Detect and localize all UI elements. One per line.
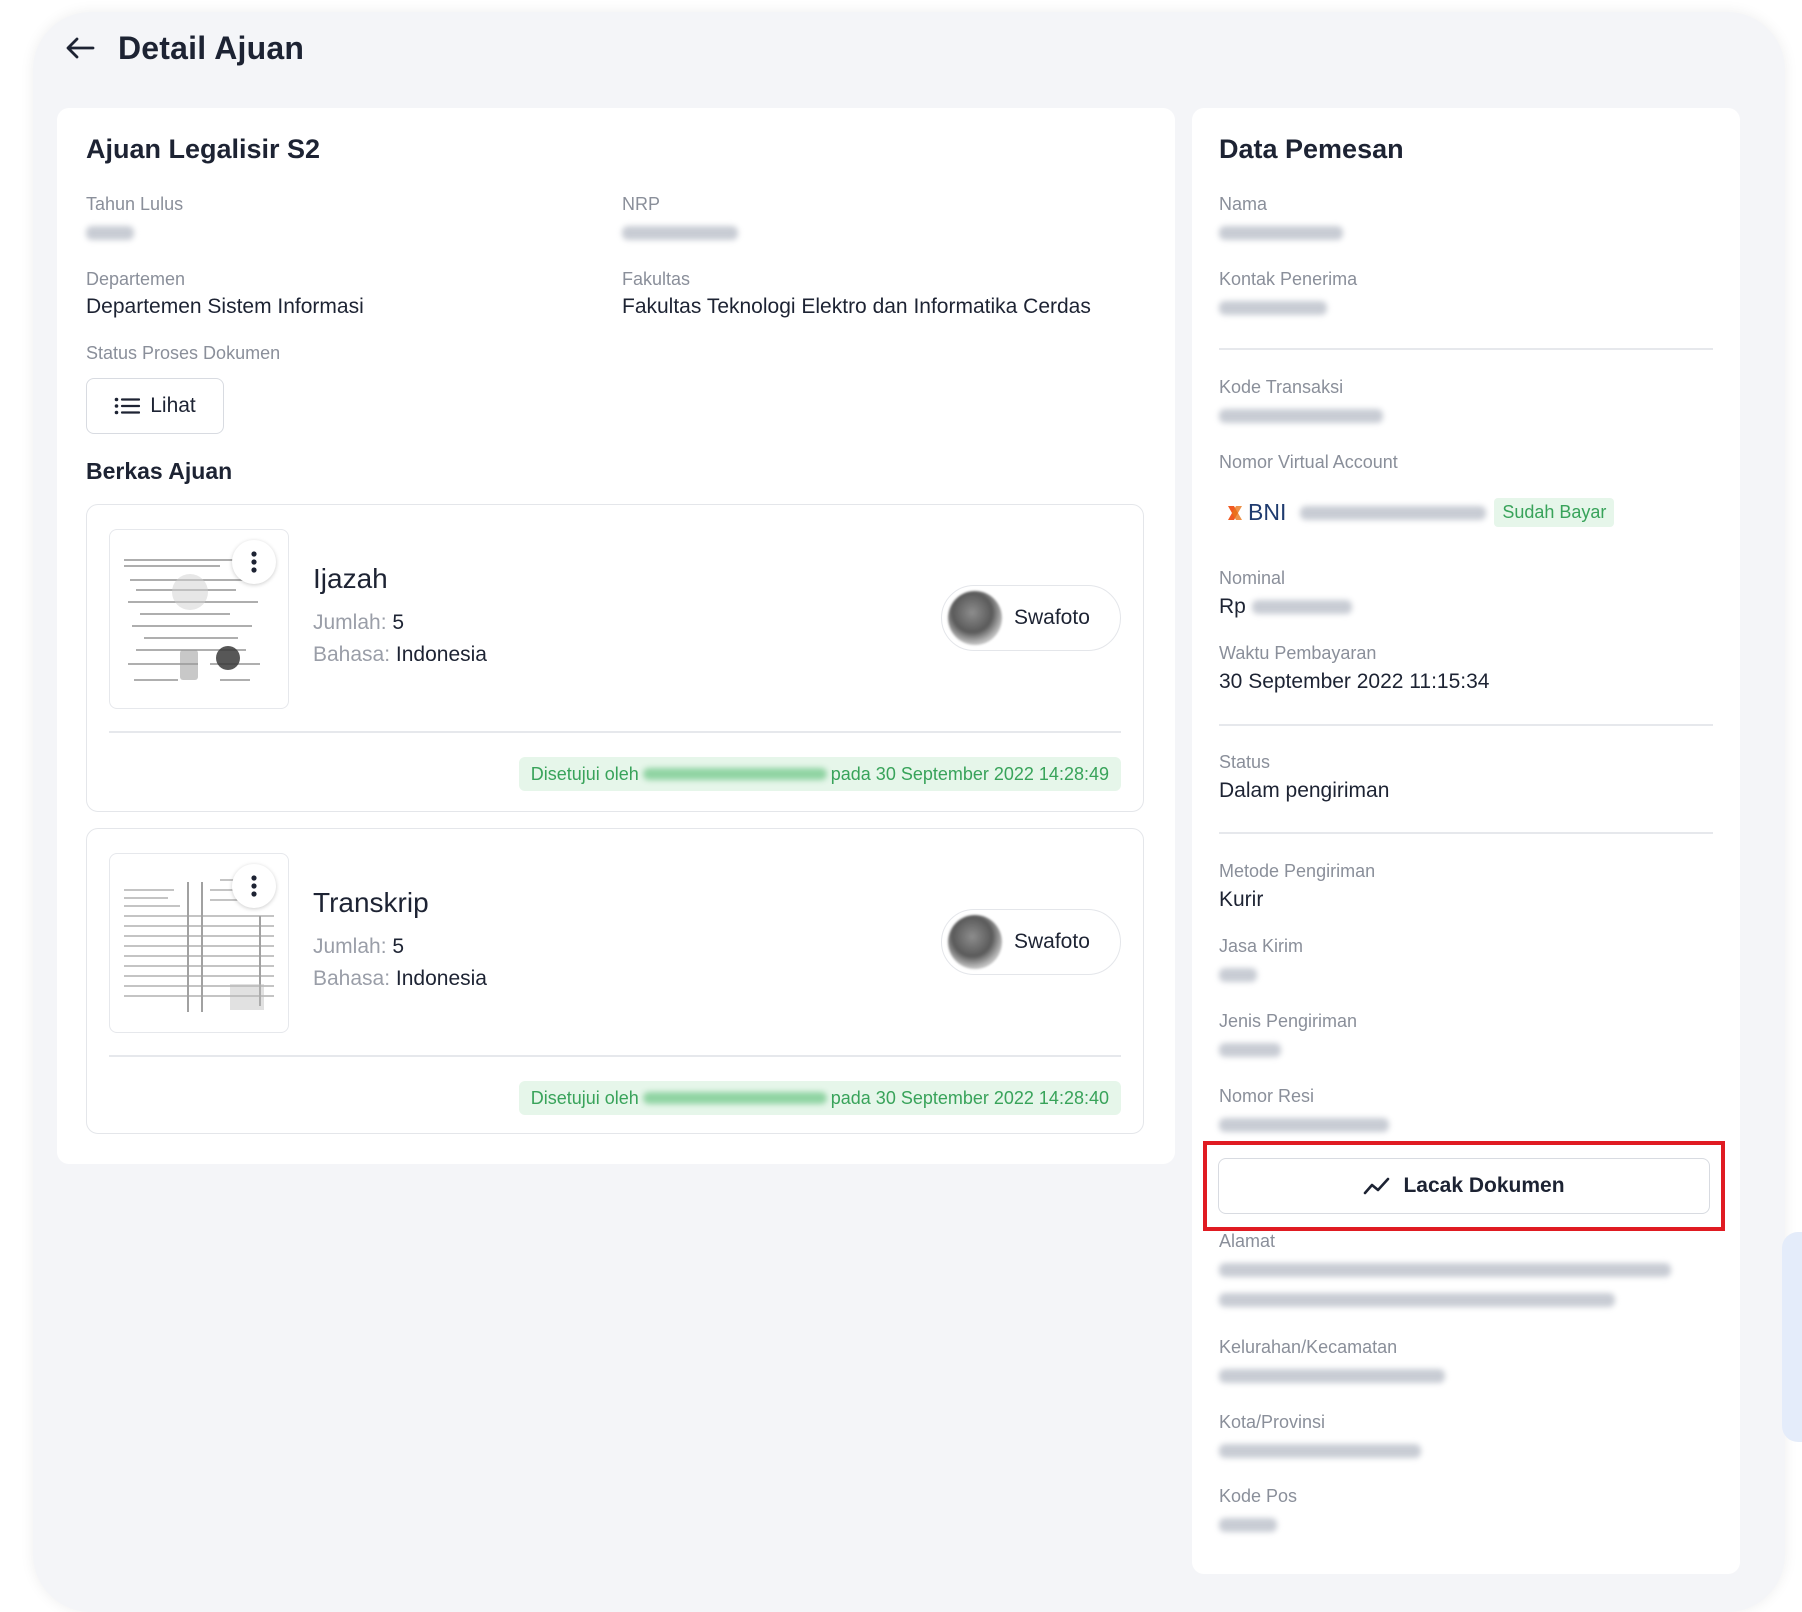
bahasa-label: Bahasa: [313,643,391,666]
document-jumlah: Jumlah: 5 [313,935,404,959]
divider [1219,348,1713,350]
kode-transaksi-label: Kode Transaksi [1219,377,1344,397]
resi-value-redacted [1219,1118,1389,1132]
bni-logo-icon [1228,505,1242,520]
divider [109,1055,1121,1057]
approval-suffix: pada 30 September 2022 14:28:40 [830,1087,1109,1108]
kodepos-value-redacted [1219,1518,1277,1532]
fakultas-label: Fakultas [622,269,691,289]
ijazah-thumbnail[interactable] [109,529,289,709]
jenis-label: Jenis Pengiriman [1219,1011,1358,1031]
divider [1219,724,1713,726]
approver-name-redacted [642,1092,827,1104]
metode-label: Metode Pengiriman [1219,861,1376,881]
ijazah-more-icon[interactable] [232,540,276,584]
page-title: Detail Ajuan [118,29,305,66]
document-card-ijazah: Ijazah Jumlah: 5 Bahasa: Indonesia Swafo… [86,504,1144,812]
kode-transaksi-redacted [1219,409,1383,423]
status-label: Status [1219,752,1271,772]
submission-card: Ajuan Legalisir S2 Tahun Lulus NRP Depar… [57,108,1175,1164]
kontak-label: Kontak Penerima [1219,269,1358,289]
lihat-button[interactable]: Lihat [86,378,224,434]
bahasa-value: Indonesia [395,643,487,666]
lihat-label: Lihat [150,394,196,417]
approval-prefix: Disetujui oleh [530,1087,639,1108]
page-header: Detail Ajuan [62,26,304,70]
kodepos-label: Kode Pos [1219,1486,1298,1506]
list-icon [114,397,141,415]
kota-label: Kota/Provinsi [1219,1412,1326,1432]
nominal-value-redacted [1251,600,1352,614]
submission-title: Ajuan Legalisir S2 [86,134,321,164]
swafoto-button[interactable]: Swafoto [941,585,1121,651]
berkas-title: Berkas Ajuan [86,458,233,484]
document-bahasa: Bahasa: Indonesia [313,643,487,667]
approval-prefix: Disetujui oleh [530,763,639,784]
nominal-row: Rp [1219,595,1352,619]
document-jumlah: Jumlah: 5 [313,611,404,635]
document-name: Transkrip [313,887,429,918]
jumlah-value: 5 [392,935,405,958]
nrp-value-redacted [622,226,738,240]
divider [109,731,1121,733]
jumlah-value: 5 [392,611,405,634]
va-row: BNI Sudah Bayar [1226,498,1615,527]
approval-suffix: pada 30 September 2022 14:28:49 [830,763,1109,784]
bahasa-value: Indonesia [395,967,487,990]
tahun-lulus-label: Tahun Lulus [86,194,184,214]
jasa-label: Jasa Kirim [1219,936,1304,956]
paid-badge: Sudah Bayar [1494,498,1615,527]
tahun-lulus-value-redacted [86,226,134,240]
alamat-label: Alamat [1219,1231,1276,1251]
annotation-highlight-box [1203,1141,1725,1231]
orderer-card: Data Pemesan Nama Kontak Penerima Kode T… [1192,108,1740,1574]
kontak-value-redacted [1219,301,1327,315]
approval-badge: Disetujui oleh pada 30 September 2022 14… [518,1081,1121,1115]
va-number-redacted [1300,505,1487,520]
fakultas-value: Fakultas Teknologi Elektro dan Informati… [622,295,1091,318]
kelurahan-value-redacted [1219,1369,1445,1383]
jasa-value-redacted [1219,968,1257,982]
waktu-value: 30 September 2022 11:15:34 [1219,670,1490,693]
nama-label: Nama [1219,194,1268,214]
jenis-value-redacted [1219,1043,1281,1057]
kota-value-redacted [1219,1444,1421,1458]
departemen-label: Departemen [86,269,186,289]
va-label: Nomor Virtual Account [1219,452,1398,472]
approval-badge: Disetujui oleh pada 30 September 2022 14… [518,757,1121,791]
swafoto-label: Swafoto [1014,606,1090,629]
document-card-transkrip: Transkrip Jumlah: 5 Bahasa: Indonesia Sw… [86,828,1144,1134]
jumlah-label: Jumlah: [313,935,387,958]
selfie-avatar [948,915,1002,969]
transkrip-more-icon[interactable] [232,864,276,908]
selfie-avatar [948,591,1002,645]
alamat-line2-redacted [1219,1293,1615,1307]
departemen-value: Departemen Sistem Informasi [86,295,364,318]
transkrip-thumbnail[interactable] [109,853,289,1033]
divider [1219,832,1713,834]
approver-name-redacted [642,768,827,780]
nominal-label: Nominal [1219,568,1286,588]
swafoto-button[interactable]: Swafoto [941,909,1121,975]
swafoto-label: Swafoto [1014,930,1090,953]
kelurahan-label: Kelurahan/Kecamatan [1219,1337,1398,1357]
waktu-label: Waktu Pembayaran [1219,643,1377,663]
orderer-title: Data Pemesan [1219,134,1404,164]
document-bahasa: Bahasa: Indonesia [313,967,487,991]
nrp-label: NRP [622,194,661,214]
bank-name: BNI [1248,499,1287,525]
jumlah-label: Jumlah: [313,611,387,634]
nama-value-redacted [1219,226,1343,240]
document-name: Ijazah [313,563,388,594]
metode-value: Kurir [1219,888,1264,911]
background-edge-panel [1782,1232,1802,1442]
back-arrow-icon[interactable] [62,30,98,66]
alamat-line1-redacted [1219,1263,1671,1277]
nominal-prefix: Rp [1219,595,1246,618]
status-value: Dalam pengiriman [1219,779,1390,802]
resi-label: Nomor Resi [1219,1086,1315,1106]
status-proses-label: Status Proses Dokumen [86,343,281,363]
bahasa-label: Bahasa: [313,967,391,990]
